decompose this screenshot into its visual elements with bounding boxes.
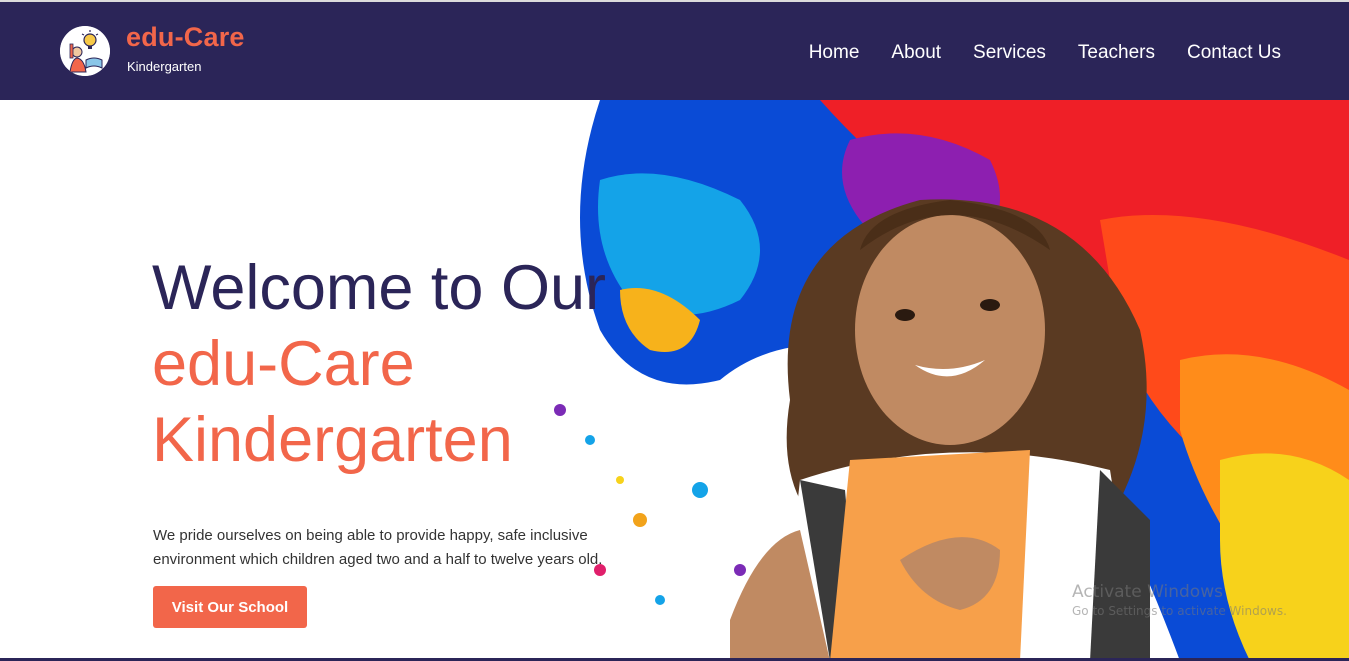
watermark-line1: Activate Windows xyxy=(1072,582,1223,602)
watermark-line2: Go to Settings to activate Windows. xyxy=(1072,604,1287,618)
nav-item-teachers[interactable]: Teachers xyxy=(1078,42,1155,64)
navbar: edu-Care Kindergarten Home About Service… xyxy=(0,0,1349,100)
nav-item-about[interactable]: About xyxy=(891,42,941,64)
hero-heading-line2: edu-Care xyxy=(152,329,415,399)
hero-heading: Welcome to Our edu-Care Kindergarten xyxy=(152,250,792,478)
activate-windows-watermark: Activate Windows Go to Settings to activ… xyxy=(1072,582,1287,618)
nav-item-contact-us[interactable]: Contact Us xyxy=(1187,42,1281,64)
logo-icon[interactable] xyxy=(60,26,110,76)
hero-heading-line3: Kindergarten xyxy=(152,405,513,475)
brand-tagline: Kindergarten xyxy=(127,59,202,74)
hero-heading-line1: Welcome to Our xyxy=(152,253,606,323)
brand-name[interactable]: edu-Care xyxy=(126,22,245,53)
main-nav: Home About Services Teachers Contact Us xyxy=(809,42,1281,64)
nav-item-services[interactable]: Services xyxy=(973,42,1046,64)
hero-section: Welcome to Our edu-Care Kindergarten We … xyxy=(0,100,1349,661)
visit-our-school-button[interactable]: Visit Our School xyxy=(153,586,307,628)
nav-item-home[interactable]: Home xyxy=(809,42,860,64)
hero-description: We pride ourselves on being able to prov… xyxy=(153,527,603,568)
